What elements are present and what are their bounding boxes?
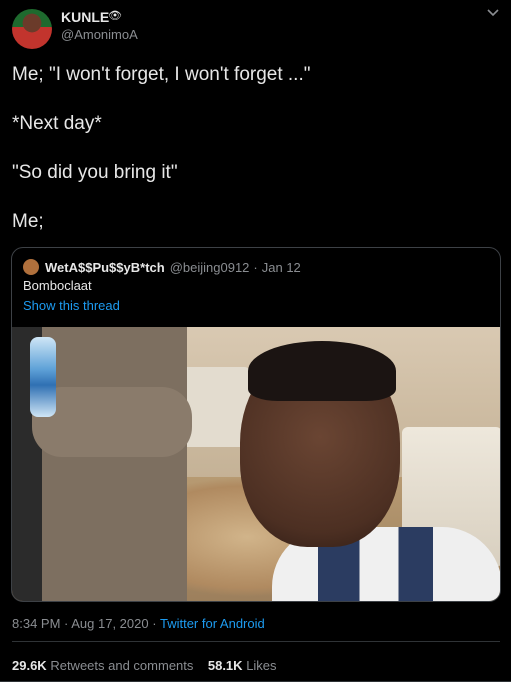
image-hair xyxy=(248,341,396,401)
divider xyxy=(12,641,500,642)
tweet-line: "So did you bring it" xyxy=(12,162,178,183)
author-handle[interactable]: @AmonimoA xyxy=(61,27,138,42)
image-arm xyxy=(32,387,192,457)
author-avatar[interactable] xyxy=(12,9,52,49)
chevron-down-icon[interactable] xyxy=(486,8,500,18)
tweet-source-link[interactable]: Twitter for Android xyxy=(160,616,265,631)
tweet-meta: 8:34 PM · Aug 17, 2020 · Twitter for And… xyxy=(12,616,265,631)
show-thread-link[interactable]: Show this thread xyxy=(23,298,120,313)
tweet-text: Me; "I won't forget, I won't forget ..."… xyxy=(12,62,310,258)
quoted-author-handle: @beijing0912 xyxy=(169,259,250,275)
image-water-bottle xyxy=(30,337,56,417)
retweets-label: Retweets and comments xyxy=(50,658,194,673)
retweets-count: 29.6K xyxy=(12,658,47,673)
separator-dot: · xyxy=(253,259,258,275)
quoted-avatar xyxy=(23,259,39,275)
quoted-media-image[interactable] xyxy=(12,327,500,601)
quoted-tweet[interactable]: WetA$$Pu$$yB*tch @beijing0912 · Jan 12 B… xyxy=(11,247,501,602)
separator-dot: · xyxy=(152,616,157,631)
tweet-line: Me; "I won't forget, I won't forget ..." xyxy=(12,64,311,85)
quoted-date: Jan 12 xyxy=(261,259,301,275)
likes-stat[interactable]: 58.1K Likes xyxy=(208,658,277,673)
likes-label: Likes xyxy=(246,658,277,673)
tweet-line: Me; xyxy=(12,211,44,232)
eye-icon: 👁 xyxy=(108,10,122,22)
quoted-author-name: WetA$$Pu$$yB*tch xyxy=(45,259,165,275)
quoted-header: WetA$$Pu$$yB*tch @beijing0912 · Jan 12 xyxy=(23,258,301,276)
author-name[interactable]: KUNLE xyxy=(61,9,109,25)
tweet-timestamp[interactable]: 8:34 PM · Aug 17, 2020 xyxy=(12,616,149,631)
likes-count: 58.1K xyxy=(207,658,243,673)
quoted-text: Bomboclaat xyxy=(23,278,92,293)
tweet-stats: 29.6K Retweets and comments 58.1K Likes xyxy=(12,658,277,673)
tweet-line: *Next day* xyxy=(12,113,102,134)
retweets-stat[interactable]: 29.6K Retweets and comments xyxy=(12,658,193,673)
